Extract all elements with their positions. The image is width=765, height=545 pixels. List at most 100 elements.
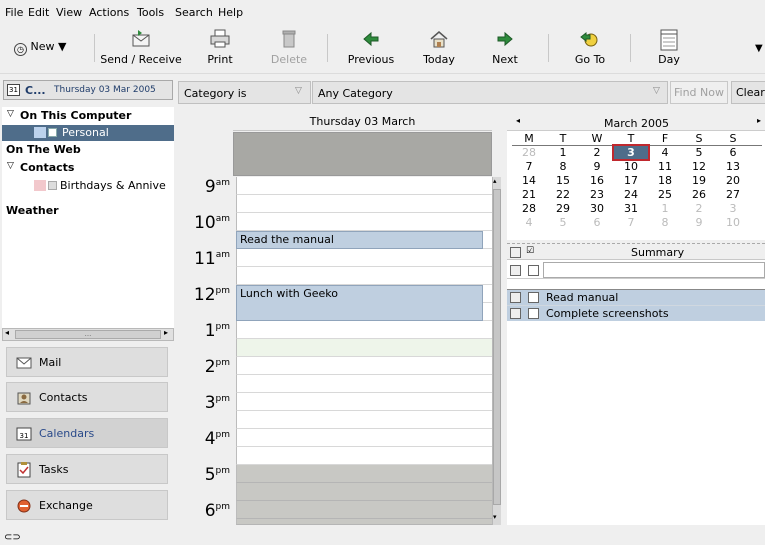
filter-field-select[interactable]: Category is ▽ xyxy=(178,81,311,104)
scroll-right-icon[interactable]: ▸ xyxy=(164,328,168,337)
nav-contacts-button[interactable]: Contacts xyxy=(6,382,168,412)
calendar-day[interactable]: 8 xyxy=(546,160,580,173)
calendar-day[interactable]: 30 xyxy=(580,202,614,215)
calendar-day[interactable]: 6 xyxy=(580,216,614,229)
expander-icon[interactable]: ▽ xyxy=(7,161,14,171)
time-slot[interactable] xyxy=(236,411,492,429)
next-month-icon[interactable]: ▸ xyxy=(757,116,761,125)
time-slot[interactable] xyxy=(236,519,492,525)
task-complete-checkbox[interactable] xyxy=(528,308,539,319)
calendar-day[interactable]: 5 xyxy=(546,216,580,229)
summary-column-header[interactable]: Summary xyxy=(631,246,684,259)
horizontal-scrollbar[interactable]: ◂ ... ▸ xyxy=(2,328,174,341)
calendar-day[interactable]: 21 xyxy=(512,188,546,201)
calendar-day[interactable]: 22 xyxy=(546,188,580,201)
menu-actions[interactable]: Actions xyxy=(89,6,129,19)
checkbox-icon[interactable] xyxy=(48,181,57,190)
calendar-day[interactable]: 9 xyxy=(682,216,716,229)
previous-button[interactable]: Previous xyxy=(340,24,402,74)
calendar-day[interactable]: 23 xyxy=(580,188,614,201)
calendar-day[interactable]: 19 xyxy=(682,174,716,187)
task-complete-checkbox[interactable] xyxy=(528,265,539,276)
calendar-day[interactable]: 25 xyxy=(648,188,682,201)
time-slot[interactable] xyxy=(236,447,492,465)
time-slot[interactable] xyxy=(236,321,492,339)
calendar-day[interactable]: 5 xyxy=(682,146,716,159)
calendar-day[interactable]: 28 xyxy=(512,202,546,215)
time-slot[interactable] xyxy=(236,213,492,231)
connection-status-icon[interactable]: ⊂⊃ xyxy=(4,532,21,543)
time-slot[interactable] xyxy=(236,375,492,393)
tree-item-birthdays[interactable]: Birthdays & Annive xyxy=(2,178,174,194)
clear-button[interactable]: Clear xyxy=(731,81,765,104)
calendar-day[interactable]: 14 xyxy=(512,174,546,187)
calendar-day[interactable]: 28 xyxy=(512,146,546,159)
tree-group-contacts[interactable]: ▽ Contacts xyxy=(2,161,174,177)
calendar-day[interactable]: 2 xyxy=(682,202,716,215)
calendar-day-selected[interactable]: 3 xyxy=(612,144,650,161)
nav-mail-button[interactable]: Mail xyxy=(6,347,168,377)
calendar-day[interactable]: 17 xyxy=(614,174,648,187)
time-slot[interactable] xyxy=(236,483,492,501)
toolbar-overflow-icon[interactable]: ▼ xyxy=(755,43,763,54)
new-button[interactable]: ◷ New ▼ xyxy=(6,24,86,74)
calendar-day[interactable]: 1 xyxy=(648,202,682,215)
calendar-day[interactable]: 31 xyxy=(614,202,648,215)
time-slot[interactable] xyxy=(236,393,492,411)
send-receive-button[interactable]: Send / Receive xyxy=(98,24,184,74)
all-day-events-area[interactable] xyxy=(233,132,492,176)
menu-help[interactable]: Help xyxy=(218,6,243,19)
appointment[interactable]: Lunch with Geeko xyxy=(236,285,483,321)
next-button[interactable]: Next xyxy=(480,24,530,74)
calendar-day[interactable]: 10 xyxy=(716,216,750,229)
calendar-day[interactable]: 27 xyxy=(716,188,750,201)
calendar-day[interactable]: 24 xyxy=(614,188,648,201)
complete-column-icon[interactable]: ☑ xyxy=(526,246,534,256)
menu-file[interactable]: File xyxy=(5,6,23,19)
menu-search[interactable]: Search xyxy=(175,6,213,19)
calendar-day[interactable]: 13 xyxy=(716,160,750,173)
time-slot[interactable] xyxy=(236,465,492,483)
scrollbar-thumb[interactable] xyxy=(493,189,501,505)
new-task-row[interactable] xyxy=(507,261,765,279)
time-slot[interactable] xyxy=(236,249,492,267)
calendar-day[interactable]: 10 xyxy=(614,160,648,173)
tree-group-weather[interactable]: Weather xyxy=(2,204,174,220)
calendar-day[interactable]: 1 xyxy=(546,146,580,159)
calendar-day[interactable]: 7 xyxy=(512,160,546,173)
time-slot[interactable] xyxy=(236,357,492,375)
scrollbar-thumb[interactable]: ... xyxy=(15,330,161,339)
find-now-button[interactable]: Find Now xyxy=(670,81,728,104)
menu-tools[interactable]: Tools xyxy=(137,6,164,19)
calendar-day[interactable]: 8 xyxy=(648,216,682,229)
nav-calendars-button[interactable]: 31 Calendars xyxy=(6,418,168,448)
appointment[interactable]: Read the manual xyxy=(236,231,483,249)
scroll-left-icon[interactable]: ◂ xyxy=(5,328,9,337)
calendar-day[interactable]: 3 xyxy=(716,202,750,215)
time-slot[interactable] xyxy=(236,429,492,447)
expander-icon[interactable]: ▽ xyxy=(7,109,14,119)
calendar-day[interactable]: 20 xyxy=(716,174,750,187)
task-complete-checkbox[interactable] xyxy=(528,292,539,303)
calendar-day[interactable]: 7 xyxy=(614,216,648,229)
task-row[interactable]: Complete screenshots xyxy=(507,305,765,321)
calendar-day[interactable]: 4 xyxy=(512,216,546,229)
menu-view[interactable]: View xyxy=(56,6,82,19)
goto-button[interactable]: Go To xyxy=(560,24,620,74)
nav-tasks-button[interactable]: Tasks xyxy=(6,454,168,484)
calendar-day[interactable]: 9 xyxy=(580,160,614,173)
time-slot[interactable] xyxy=(236,501,492,519)
calendar-day[interactable]: 6 xyxy=(716,146,750,159)
category-select[interactable]: Any Category ▽ xyxy=(312,81,668,104)
calendar-day[interactable]: 16 xyxy=(580,174,614,187)
delete-button[interactable]: Delete xyxy=(262,24,316,74)
tree-group-on-this-computer[interactable]: ▽ On This Computer xyxy=(2,109,174,125)
task-row[interactable]: Read manual xyxy=(507,289,765,305)
task-type-column-icon[interactable] xyxy=(510,247,521,258)
calendar-day[interactable]: 11 xyxy=(648,160,682,173)
time-slot[interactable] xyxy=(236,339,492,357)
tree-item-personal[interactable]: Personal xyxy=(2,125,174,141)
nav-exchange-button[interactable]: Exchange xyxy=(6,490,168,520)
print-button[interactable]: Print xyxy=(193,24,247,74)
prev-month-icon[interactable]: ◂ xyxy=(516,116,520,125)
